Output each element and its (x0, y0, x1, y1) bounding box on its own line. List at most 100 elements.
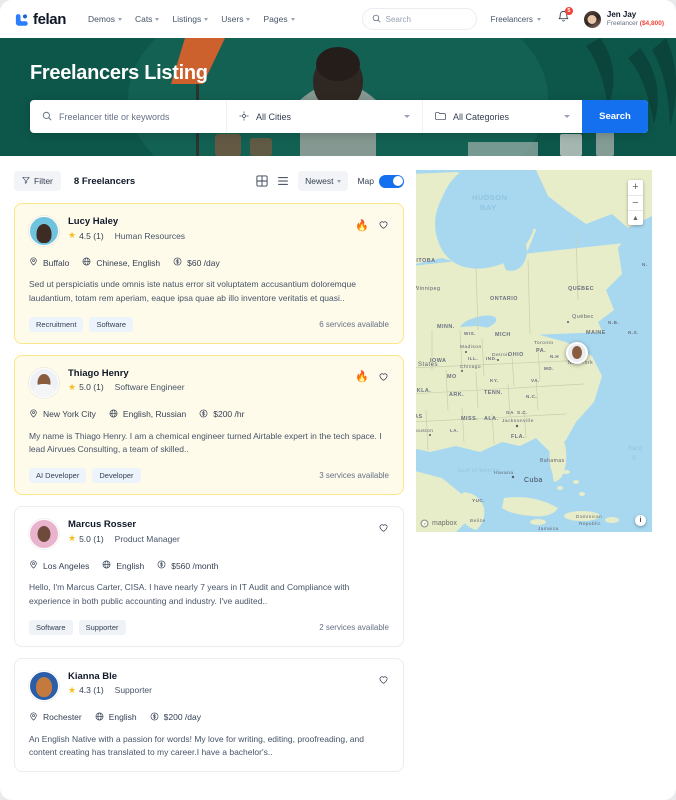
svg-text:N.H: N.H (550, 354, 559, 359)
tag[interactable]: Recruitment (29, 316, 84, 332)
map-toggle[interactable] (379, 174, 404, 188)
chevron-down-icon (337, 179, 342, 183)
notifications-button[interactable]: 5 (557, 7, 573, 28)
languages: English, Russian (109, 409, 186, 420)
map-zoom-in-button[interactable]: + (628, 180, 643, 195)
nav-item-cats[interactable]: Cats (134, 14, 160, 24)
search-icon (42, 108, 52, 126)
list-view-icon[interactable] (277, 175, 289, 187)
favorite-button[interactable] (378, 672, 389, 690)
star-icon: ★ (68, 684, 77, 695)
avatar (29, 670, 59, 701)
location-text: New York City (43, 409, 96, 420)
tag[interactable]: Supporter (78, 619, 126, 635)
map-zoom-out-button[interactable]: − (628, 195, 643, 210)
svg-text:Dominican: Dominican (576, 514, 602, 519)
map-controls: + − ▲ (628, 180, 643, 225)
price-text: $560 /month (171, 560, 219, 571)
map-compass-button[interactable]: ▲ (628, 210, 643, 225)
keyword-input[interactable]: Freelancer title or keywords (30, 100, 226, 133)
svg-text:N.C.: N.C. (526, 394, 537, 399)
card-meta: ★ 4.5 (1) Human Resources (68, 231, 185, 241)
svg-text:NITOBA: NITOBA (416, 258, 436, 264)
services-count: 3 services available (319, 471, 389, 481)
nav-item-listings[interactable]: Listings (172, 14, 209, 24)
nav-item-demos[interactable]: Demos (88, 14, 122, 24)
map-marker[interactable] (566, 342, 588, 364)
freelancer-role: Supporter (114, 685, 152, 696)
search-button[interactable]: Search (582, 100, 648, 133)
header-actions: Search Freelancers 5 Jen Jay Freelancer (361, 7, 664, 30)
app-window: felan Demos Cats Listings Users Pages Se… (0, 0, 676, 800)
price-text: $60 /day (187, 257, 220, 268)
filter-button[interactable]: Filter (14, 171, 61, 191)
card-actions: 🔥 (355, 216, 389, 235)
toolbar-right: Newest Map (256, 171, 404, 191)
freelancer-role: Product Manager (114, 533, 180, 544)
results-count: 8 Freelancers (73, 175, 136, 187)
languages-text: English (116, 560, 145, 571)
user-menu[interactable]: Jen Jay Freelancer ($4,800) (582, 9, 664, 29)
grid-view-icon[interactable] (256, 175, 268, 187)
site-header: felan Demos Cats Listings Users Pages Se… (0, 0, 676, 38)
svg-text:Jamaica: Jamaica (538, 526, 559, 531)
chevron-down-icon (204, 17, 209, 21)
city-select[interactable]: All Cities (226, 100, 422, 133)
avatar (29, 216, 59, 246)
city-value: All Cities (256, 111, 292, 122)
svg-text:Belize: Belize (470, 518, 486, 523)
favorite-button[interactable] (378, 520, 389, 538)
card-info: New York City English, Russian $200 /hr (29, 409, 389, 420)
favorite-button[interactable] (378, 217, 389, 235)
svg-text:Bahamas: Bahamas (540, 458, 565, 464)
header-search[interactable]: Search (361, 8, 477, 30)
price-text: $200 /day (163, 712, 201, 723)
rating-value: 5.0 (1) (79, 382, 104, 393)
map-attribution-text: mapbox (432, 520, 457, 527)
tag[interactable]: Software (89, 316, 134, 332)
avatar (29, 519, 59, 550)
svg-text:QUÉBEC: QUÉBEC (568, 284, 594, 292)
logo[interactable]: felan (14, 11, 66, 28)
freelancer-card[interactable]: Marcus Rosser ★ 5.0 (1) Product Manager (14, 506, 404, 647)
tag[interactable]: AI Developer (29, 468, 87, 484)
price-text: $200 /hr (213, 409, 245, 420)
freelancer-role: Software Engineer (114, 382, 185, 393)
svg-text:YUC.: YUC. (472, 498, 485, 503)
card-footer: Software Supporter 2 services available (29, 619, 389, 635)
svg-text:OHIO: OHIO (508, 352, 524, 358)
user-info: Jen Jay Freelancer ($4,800) (607, 10, 664, 27)
user-role: Freelancer ($4,800) (607, 20, 664, 28)
map-info-button[interactable]: i (635, 515, 646, 526)
category-select[interactable]: All Categories (422, 100, 582, 133)
freelancer-card[interactable]: Lucy Haley ★ 4.5 (1) Human Resources 🔥 B… (14, 203, 404, 344)
nav-item-pages[interactable]: Pages (263, 14, 295, 24)
freelancer-card[interactable]: Kianna Ble ★ 4.3 (1) Supporter Rochester… (14, 657, 404, 773)
tag[interactable]: Software (29, 619, 73, 635)
role-selector-label: Freelancers (490, 14, 533, 24)
featured-fire-icon: 🔥 (355, 219, 369, 232)
languages-text: English, Russian (122, 409, 187, 420)
freelancer-card[interactable]: Thiago Henry ★ 5.0 (1) Software Engineer… (14, 354, 404, 496)
avatar (582, 9, 602, 29)
favorite-button[interactable] (378, 369, 389, 387)
map-graphic: HUDSON BAY NITOBA ONTARIO QUÉBEC Winnipe… (416, 170, 652, 532)
card-actions (378, 519, 389, 538)
freelancer-name: Marcus Rosser (68, 519, 137, 531)
freelancer-name: Lucy Haley (68, 216, 119, 227)
svg-text:VA.: VA. (531, 378, 540, 383)
location-pin-icon (29, 409, 38, 420)
card-footer: Recruitment Software 6 services availabl… (29, 316, 389, 332)
rating: ★ 5.0 (1) (68, 534, 104, 544)
svg-text:WIS.: WIS. (464, 331, 476, 336)
role-selector[interactable]: Freelancers (491, 15, 541, 24)
rating: ★ 5.0 (1) (68, 382, 104, 392)
nav-label: Cats (134, 14, 153, 24)
nav-item-users[interactable]: Users (221, 14, 251, 24)
mapbox-logo-icon (420, 519, 429, 528)
card-description: Sed ut perspiciatis unde omnis iste natu… (29, 279, 356, 303)
map-canvas[interactable]: HUDSON BAY NITOBA ONTARIO QUÉBEC Winnipe… (416, 170, 652, 532)
tag[interactable]: Developer (92, 468, 141, 484)
user-balance: ($4,800) (639, 19, 664, 27)
sort-select[interactable]: Newest (298, 171, 349, 191)
